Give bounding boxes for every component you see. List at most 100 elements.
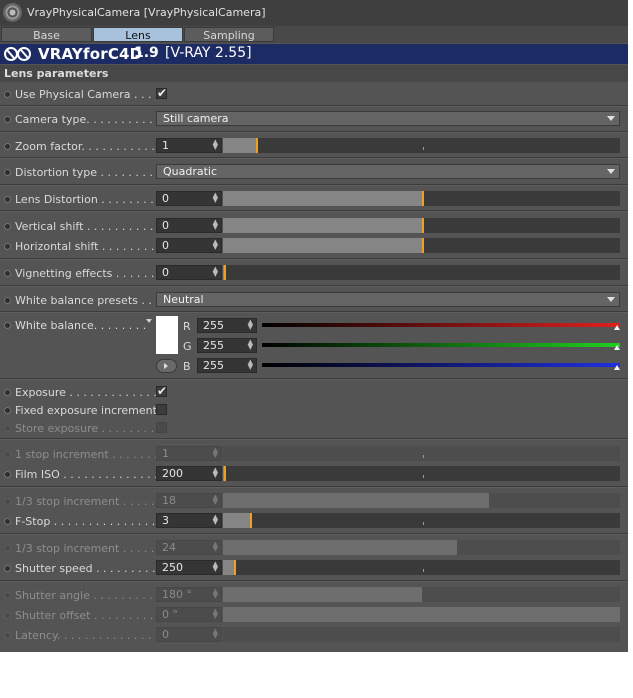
f-stop-input[interactable]: 3 ▲ ▼: [156, 513, 222, 528]
animation-dot-icon[interactable]: [4, 518, 11, 525]
spinner-arrows-icon[interactable]: ▲ ▼: [213, 239, 218, 251]
checkmark-icon: ✔: [157, 86, 168, 100]
animation-dot-icon[interactable]: [4, 196, 11, 203]
slider-handle[interactable]: [422, 238, 424, 253]
animation-dot-icon[interactable]: [4, 389, 11, 396]
white-balance-label: White balance. . . . . . . .: [15, 319, 147, 332]
tab-lens-parameters[interactable]: Lens parameters: [93, 27, 183, 57]
animation-dot-icon: [4, 632, 11, 639]
red-channel-input[interactable]: 255 ▲ ▼: [197, 318, 257, 333]
blue-slider-handle[interactable]: [614, 365, 620, 370]
shutter-speed-value: 250: [162, 561, 183, 574]
one-stop-increment-label: 1 stop increment . . . . . . . .: [15, 448, 165, 461]
red-slider-handle[interactable]: [614, 325, 620, 330]
animation-dot-icon[interactable]: [4, 407, 11, 414]
spinner-arrows-icon[interactable]: ▲ ▼: [213, 561, 218, 573]
f-stop-slider[interactable]: [223, 513, 620, 528]
film-iso-value: 200: [162, 467, 183, 480]
animation-dot-icon[interactable]: [4, 565, 11, 572]
white-balance-swatch[interactable]: [156, 316, 178, 354]
film-iso-slider[interactable]: [223, 466, 620, 481]
slider-fill: [223, 493, 489, 508]
exposure-checkbox[interactable]: ✔: [156, 384, 167, 398]
shutter-speed-slider[interactable]: [223, 560, 620, 575]
color-picker-button[interactable]: [156, 359, 177, 373]
horizontal-shift-value: 0: [162, 239, 169, 252]
red-channel-label: R: [183, 320, 191, 333]
vignetting-effects-input[interactable]: 0 ▲ ▼: [156, 265, 222, 280]
spinner-arrows-icon[interactable]: ▲ ▼: [213, 467, 218, 479]
zoom-factor-input[interactable]: 1 ▲ ▼: [156, 138, 222, 153]
animation-dot-icon[interactable]: [4, 322, 11, 329]
animation-dot-icon[interactable]: [4, 297, 11, 304]
spinner-arrows-icon[interactable]: ▲ ▼: [213, 219, 218, 231]
animation-dot-icon[interactable]: [4, 243, 11, 250]
use-physical-camera-checkbox[interactable]: ✔: [156, 86, 168, 100]
horizontal-shift-slider[interactable]: [223, 238, 620, 253]
fixed-exposure-increments-checkbox[interactable]: [156, 404, 167, 415]
shutter-angle-slider: [223, 587, 620, 602]
horizontal-shift-input[interactable]: 0 ▲ ▼: [156, 238, 222, 253]
third-stop-increment-iso-value: 18: [162, 494, 176, 507]
tab-bar: Base Lens parameters Sampling: [0, 26, 628, 57]
animation-dot-icon[interactable]: [4, 471, 11, 478]
red-channel-slider[interactable]: [262, 323, 620, 327]
chevron-down-icon: [607, 116, 615, 121]
zoom-factor-slider[interactable]: [223, 138, 620, 153]
slider-handle[interactable]: [256, 138, 258, 153]
white-balance-presets-dropdown[interactable]: Neutral: [156, 292, 620, 307]
third-stop-increment-iso-input: 18 ▲ ▼: [156, 493, 222, 508]
camera-type-dropdown[interactable]: Still camera: [156, 111, 620, 126]
engine-version: [V-RAY 2.55]: [165, 45, 252, 61]
shutter-offset-label: Shutter offset . . . . . . . . . .: [15, 609, 161, 622]
lens-distortion-slider[interactable]: [223, 191, 620, 206]
distortion-type-dropdown[interactable]: Quadratic: [156, 164, 620, 179]
slider-fill: [223, 191, 423, 206]
slider-fill: [223, 513, 251, 528]
vertical-shift-input[interactable]: 0 ▲ ▼: [156, 218, 222, 233]
divider: [0, 378, 628, 380]
white-balance-presets-label: White balance presets . . .: [15, 294, 159, 307]
shutter-offset-slider: [223, 607, 620, 622]
chevron-down-icon[interactable]: [146, 319, 152, 323]
animation-dot-icon[interactable]: [4, 169, 11, 176]
spinner-arrows-icon[interactable]: ▲ ▼: [248, 359, 253, 371]
divider: [0, 131, 628, 133]
slider-handle[interactable]: [422, 218, 424, 233]
spinner-arrows-icon[interactable]: ▲ ▼: [248, 319, 253, 331]
slider-handle[interactable]: [224, 466, 226, 481]
blue-channel-input[interactable]: 255 ▲ ▼: [197, 358, 257, 373]
third-stop-increment-fstop-input: 24 ▲ ▼: [156, 540, 222, 555]
spinner-arrows-icon[interactable]: ▲ ▼: [213, 139, 218, 151]
film-iso-input[interactable]: 200 ▲ ▼: [156, 466, 222, 481]
tab-sampling[interactable]: Sampling: [184, 27, 274, 42]
blue-channel-slider[interactable]: [262, 363, 620, 367]
lens-distortion-value: 0: [162, 192, 169, 205]
animation-dot-icon[interactable]: [4, 223, 11, 230]
animation-dot-icon[interactable]: [4, 270, 11, 277]
spinner-arrows-icon[interactable]: ▲ ▼: [213, 514, 218, 526]
tab-base[interactable]: Base: [1, 27, 92, 42]
green-slider-handle[interactable]: [614, 345, 620, 350]
slider-handle[interactable]: [224, 265, 226, 280]
spinner-arrows-icon: ▲ ▼: [212, 540, 218, 553]
slider-handle[interactable]: [422, 191, 424, 206]
slider-handle[interactable]: [250, 513, 252, 528]
spinner-arrows-icon[interactable]: ▲ ▼: [213, 192, 218, 204]
spinner-arrows-icon[interactable]: ▲ ▼: [248, 339, 253, 351]
vertical-shift-slider[interactable]: [223, 218, 620, 233]
shutter-speed-input[interactable]: 250 ▲ ▼: [156, 560, 222, 575]
brand-name: VRAYforC4D: [38, 45, 143, 63]
slider-fill: [223, 587, 422, 602]
camera-lens-icon: [3, 3, 22, 22]
vignetting-effects-slider[interactable]: [223, 265, 620, 280]
animation-dot-icon[interactable]: [4, 91, 11, 98]
animation-dot-icon[interactable]: [4, 116, 11, 123]
animation-dot-icon[interactable]: [4, 143, 11, 150]
divider: [0, 258, 628, 260]
spinner-arrows-icon[interactable]: ▲ ▼: [213, 266, 218, 278]
green-channel-input[interactable]: 255 ▲ ▼: [197, 338, 257, 353]
slider-handle[interactable]: [234, 560, 236, 575]
lens-distortion-input[interactable]: 0 ▲ ▼: [156, 191, 222, 206]
green-channel-slider[interactable]: [262, 343, 620, 347]
